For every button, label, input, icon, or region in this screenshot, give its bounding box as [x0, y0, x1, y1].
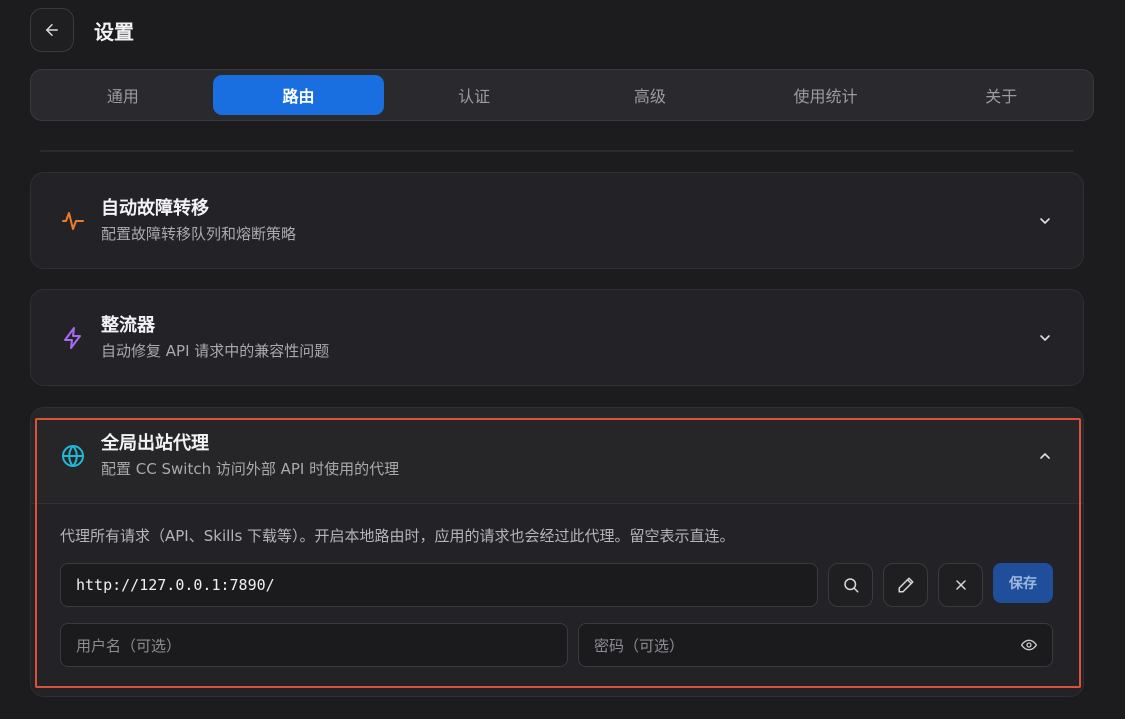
username-placeholder: 用户名（可选）: [76, 636, 182, 655]
proxy-title: 全局出站代理: [101, 432, 209, 454]
tab-usage-stats[interactable]: 使用统计: [740, 75, 912, 115]
zap-icon: [59, 324, 87, 352]
tab-auth[interactable]: 认证: [388, 75, 560, 115]
chevron-down-icon[interactable]: [1033, 209, 1057, 233]
password-input[interactable]: 密码（可选）: [578, 623, 1053, 667]
failover-subtitle: 配置故障转移队列和熔断策略: [101, 225, 297, 243]
back-button[interactable]: [30, 8, 74, 52]
proxy-subtitle: 配置 CC Switch 访问外部 API 时使用的代理: [101, 459, 400, 478]
clear-proxy-button[interactable]: [938, 563, 983, 607]
password-placeholder: 密码（可选）: [594, 636, 685, 655]
failover-card-header[interactable]: 自动故障转移 配置故障转移队列和熔断策略: [31, 173, 1083, 269]
rectifier-subtitle: 自动修复 API 请求中的兼容性问题: [101, 342, 330, 360]
search-icon: [843, 578, 858, 593]
failover-title: 自动故障转移: [101, 198, 209, 219]
page-title: 设置: [94, 19, 134, 44]
tab-routing[interactable]: 路由: [212, 75, 385, 115]
settings-tabs: 通用 路由 认证 高级 使用统计 关于: [30, 69, 1094, 121]
tab-advanced[interactable]: 高级: [564, 75, 736, 115]
close-icon: [955, 580, 966, 590]
proxy-url-input[interactable]: http://127.0.0.1:7890/: [60, 563, 818, 607]
auto-detect-button[interactable]: [883, 563, 928, 607]
pen-icon: [898, 577, 913, 593]
chevron-down-icon[interactable]: [1033, 326, 1057, 350]
header: 设置: [30, 8, 134, 52]
chevron-up-icon[interactable]: [1033, 444, 1057, 468]
activity-icon: [59, 207, 87, 235]
globe-icon: [59, 442, 87, 470]
proxy-description: 代理所有请求（API、Skills 下载等）。开启本地路由时，应用的请求也会经过…: [60, 527, 735, 545]
tab-general[interactable]: 通用: [37, 75, 209, 115]
save-button[interactable]: 保存: [993, 563, 1053, 603]
eye-icon[interactable]: [1021, 637, 1037, 653]
proxy-card-header[interactable]: 全局出站代理 配置 CC Switch 访问外部 API 时使用的代理: [31, 408, 1083, 504]
proxy-url-value: http://127.0.0.1:7890/: [76, 576, 275, 594]
rectifier-title: 整流器: [101, 315, 155, 336]
failover-card[interactable]: 自动故障转移 配置故障转移队列和熔断策略: [30, 172, 1084, 269]
tab-about[interactable]: 关于: [915, 75, 1087, 115]
rectifier-card[interactable]: 整流器 自动修复 API 请求中的兼容性问题: [30, 289, 1084, 386]
arrow-left-icon: [46, 24, 58, 36]
rectifier-card-header[interactable]: 整流器 自动修复 API 请求中的兼容性问题: [31, 290, 1083, 386]
username-input[interactable]: 用户名（可选）: [60, 623, 568, 667]
test-proxy-button[interactable]: [828, 563, 873, 607]
scroll-divider: [40, 150, 1074, 152]
